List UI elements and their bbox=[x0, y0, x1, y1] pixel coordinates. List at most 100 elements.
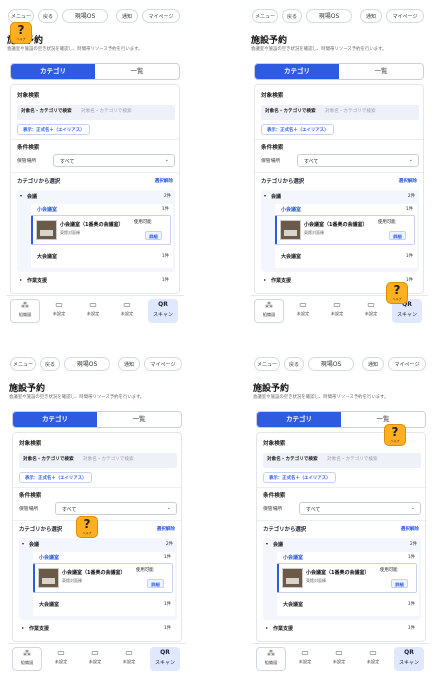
tree-node-large-room[interactable]: 大会議室 bbox=[37, 253, 57, 260]
nav-unset-1[interactable]: ▭ 未設定 bbox=[288, 299, 318, 323]
nav-qr-scan[interactable]: QR スキャン bbox=[394, 647, 424, 671]
back-button[interactable]: 戻る bbox=[40, 357, 60, 371]
notification-button[interactable]: 通知 bbox=[362, 357, 384, 371]
caret-down-icon[interactable]: ▾ bbox=[266, 541, 268, 546]
tree-node-work-support[interactable]: 作業支援 bbox=[271, 277, 291, 284]
storage-select[interactable]: すべて ⌄ bbox=[297, 154, 419, 167]
storage-select[interactable]: すべて ⌄ bbox=[55, 502, 177, 515]
facility-item-card[interactable]: 小会議室（1番奥の会議室） 東館対面棟 使用可能 詳細 bbox=[275, 215, 415, 245]
help-button[interactable]: ? ヘルプ bbox=[386, 282, 408, 304]
caret-right-icon[interactable]: ▸ bbox=[22, 625, 24, 630]
caret-right-icon[interactable]: ▸ bbox=[20, 277, 22, 282]
detail-button[interactable]: 詳細 bbox=[147, 579, 164, 588]
storage-select[interactable]: すべて ⌄ bbox=[53, 154, 175, 167]
caret-down-icon[interactable]: ▾ bbox=[22, 541, 24, 546]
search-input[interactable]: 対象名・カテゴリで検索 対象名・カテゴリで検索 bbox=[263, 453, 421, 468]
tree-node-small-room[interactable]: 小会議室 bbox=[39, 554, 59, 561]
genba-os-button[interactable]: 現場OS bbox=[306, 9, 352, 23]
search-input[interactable]: 対象名・カテゴリで検索 対象名・カテゴリで検索 bbox=[261, 105, 419, 120]
nav-unset-3[interactable]: ▭ 未設定 bbox=[358, 647, 388, 671]
tree-node-kaigi[interactable]: 会議 bbox=[273, 541, 283, 548]
tree-node-small-room[interactable]: 小会議室 bbox=[283, 554, 303, 561]
nav-unset-3[interactable]: ▭ 未設定 bbox=[112, 299, 142, 323]
tab-category[interactable]: カテゴリ bbox=[255, 64, 339, 79]
clear-selection-link[interactable]: 選択解除 bbox=[401, 526, 419, 532]
category-select-heading: カテゴリから選択 bbox=[263, 527, 307, 533]
back-button[interactable]: 戻る bbox=[38, 9, 58, 23]
facility-item-card[interactable]: 小会議室（1番奥の会議室） 東館対面棟 使用可能 詳細 bbox=[33, 563, 173, 593]
search-input[interactable]: 対象名・カテゴリで検索 対象名・カテゴリで検索 bbox=[17, 105, 175, 120]
tab-category[interactable]: カテゴリ bbox=[13, 412, 97, 427]
search-input[interactable]: 対象名・カテゴリで検索 対象名・カテゴリで検索 bbox=[19, 453, 177, 468]
tree-node-small-room[interactable]: 小会議室 bbox=[37, 206, 57, 213]
caret-right-icon[interactable]: ▸ bbox=[266, 625, 268, 630]
tree-node-large-room[interactable]: 大会議室 bbox=[283, 601, 303, 608]
nav-org-chart[interactable]: ⁂ 組織図 bbox=[256, 647, 286, 671]
detail-button[interactable]: 詳細 bbox=[391, 579, 408, 588]
clear-selection-link[interactable]: 選択解除 bbox=[157, 526, 175, 532]
tab-list[interactable]: 一覧 bbox=[97, 412, 181, 427]
genba-os-button[interactable]: 現場OS bbox=[62, 9, 108, 23]
genba-os-button[interactable]: 現場OS bbox=[308, 357, 354, 371]
nav-unset-2[interactable]: ▭ 未設定 bbox=[324, 647, 354, 671]
facility-item-card[interactable]: 小会議室（1番奥の会議室） 東館対面棟 使用可能 詳細 bbox=[31, 215, 171, 245]
detail-button[interactable]: 詳細 bbox=[389, 231, 406, 240]
notification-button[interactable]: 通知 bbox=[360, 9, 382, 23]
tree-node-small-room[interactable]: 小会議室 bbox=[281, 206, 301, 213]
nav-unset-2[interactable]: ▭ 未設定 bbox=[80, 647, 110, 671]
nav-org-chart[interactable]: ⁂ 組織図 bbox=[12, 647, 42, 671]
notification-button[interactable]: 通知 bbox=[116, 9, 138, 23]
back-button[interactable]: 戻る bbox=[284, 357, 304, 371]
tree-node-work-support[interactable]: 作業支援 bbox=[27, 277, 47, 284]
menu-button[interactable]: メニュー bbox=[10, 357, 36, 371]
notification-button[interactable]: 通知 bbox=[118, 357, 140, 371]
nav-unset-1[interactable]: ▭ 未設定 bbox=[44, 299, 74, 323]
tree-node-kaigi[interactable]: 会議 bbox=[271, 193, 281, 200]
tab-category[interactable]: カテゴリ bbox=[257, 412, 341, 427]
facility-item-card[interactable]: 小会議室（1番奥の会議室） 東館対面棟 使用可能 詳細 bbox=[277, 563, 417, 593]
mypage-button[interactable]: マイページ bbox=[142, 9, 180, 23]
display-mode-pill[interactable]: 表示：正式名＋（エイリアス） bbox=[263, 472, 337, 483]
help-button[interactable]: ? ヘルプ bbox=[384, 424, 406, 446]
tree-node-large-room[interactable]: 大会議室 bbox=[281, 253, 301, 260]
back-button[interactable]: 戻る bbox=[282, 9, 302, 23]
mypage-button[interactable]: マイページ bbox=[388, 357, 426, 371]
storage-select[interactable]: すべて ⌄ bbox=[299, 502, 421, 515]
help-button[interactable]: ? ヘルプ bbox=[76, 516, 98, 538]
display-mode-pill[interactable]: 表示：正式名＋（エイリアス） bbox=[19, 472, 93, 483]
mypage-button[interactable]: マイページ bbox=[144, 357, 182, 371]
nav-unset-2[interactable]: ▭ 未設定 bbox=[78, 299, 108, 323]
tab-list[interactable]: 一覧 bbox=[341, 412, 425, 427]
tree-node-large-room[interactable]: 大会議室 bbox=[39, 601, 59, 608]
nav-unset-1[interactable]: ▭ 未設定 bbox=[46, 647, 76, 671]
nav-unset-3[interactable]: ▭ 未設定 bbox=[356, 299, 386, 323]
detail-button[interactable]: 詳細 bbox=[145, 231, 162, 240]
nav-unset-1[interactable]: ▭ 未設定 bbox=[290, 647, 320, 671]
menu-button[interactable]: メニュー bbox=[252, 9, 278, 23]
clear-selection-link[interactable]: 選択解除 bbox=[399, 178, 417, 184]
clear-selection-link[interactable]: 選択解除 bbox=[155, 178, 173, 184]
tab-category[interactable]: カテゴリ bbox=[11, 64, 95, 79]
genba-os-button[interactable]: 現場OS bbox=[64, 357, 110, 371]
menu-button[interactable]: メニュー bbox=[254, 357, 280, 371]
nav-org-chart[interactable]: ⁂ 組織図 bbox=[254, 299, 284, 323]
menu-button[interactable]: メニュー bbox=[8, 9, 34, 23]
tab-list[interactable]: 一覧 bbox=[95, 64, 179, 79]
tree-node-work-support[interactable]: 作業支援 bbox=[29, 625, 49, 632]
mypage-button[interactable]: マイページ bbox=[386, 9, 424, 23]
nav-org-chart[interactable]: ⁂ 組織図 bbox=[10, 299, 40, 323]
display-mode-pill[interactable]: 表示：正式名＋（エイリアス） bbox=[261, 124, 335, 135]
caret-down-icon[interactable]: ▾ bbox=[264, 193, 266, 198]
caret-down-icon[interactable]: ▾ bbox=[20, 193, 22, 198]
caret-right-icon[interactable]: ▸ bbox=[264, 277, 266, 282]
display-mode-pill[interactable]: 表示：正式名＋（エイリアス） bbox=[17, 124, 91, 135]
help-button[interactable]: ? ヘルプ bbox=[10, 22, 32, 44]
tree-node-kaigi[interactable]: 会議 bbox=[29, 541, 39, 548]
nav-qr-scan[interactable]: QR スキャン bbox=[148, 299, 178, 323]
nav-unset-2[interactable]: ▭ 未設定 bbox=[322, 299, 352, 323]
tree-node-work-support[interactable]: 作業支援 bbox=[273, 625, 293, 632]
nav-qr-scan[interactable]: QR スキャン bbox=[150, 647, 180, 671]
tab-list[interactable]: 一覧 bbox=[339, 64, 423, 79]
nav-unset-3[interactable]: ▭ 未設定 bbox=[114, 647, 144, 671]
tree-node-kaigi[interactable]: 会議 bbox=[27, 193, 37, 200]
